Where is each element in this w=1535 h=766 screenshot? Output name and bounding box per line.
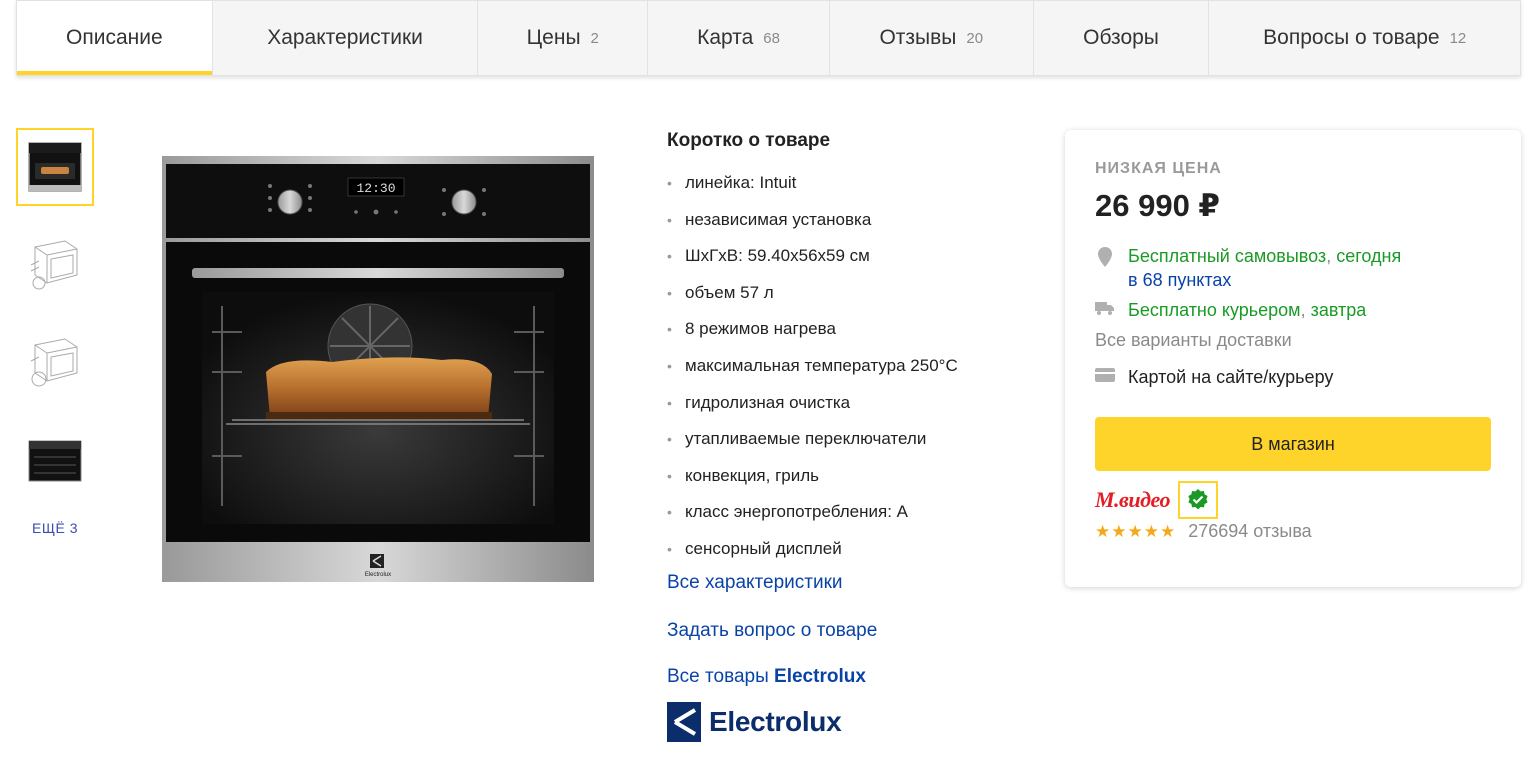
tab-label: Обзоры bbox=[1083, 26, 1159, 49]
spec-item: объем 57 л bbox=[667, 282, 1027, 319]
verified-check-icon bbox=[1188, 489, 1208, 510]
courier-when: завтра bbox=[1310, 300, 1367, 320]
go-to-store-button[interactable]: В магазин bbox=[1095, 417, 1491, 471]
more-photos-link[interactable]: ЕЩЁ 3 bbox=[16, 520, 94, 536]
all-products-prefix: Все товары bbox=[667, 666, 769, 687]
truck-icon bbox=[1095, 298, 1115, 315]
tab-label: Отзывы bbox=[879, 26, 957, 49]
electrolux-logo-icon bbox=[667, 702, 701, 742]
thumbnail-front[interactable] bbox=[16, 128, 94, 206]
tab-count: 68 bbox=[763, 29, 780, 47]
brand-name: Electrolux bbox=[774, 666, 866, 687]
ask-question-link[interactable]: Задать вопрос о товаре bbox=[667, 620, 877, 642]
brand-logo-text: Electrolux bbox=[709, 706, 842, 737]
installation-drawing-image bbox=[30, 338, 78, 387]
reviews-count: 276694 отзыва bbox=[1188, 521, 1312, 541]
all-specs-link[interactable]: Все характеристики bbox=[667, 572, 843, 594]
offer-label: НИЗКАЯ ЦЕНА bbox=[1095, 160, 1222, 177]
pickup-row: Бесплатный самовывоз, сегодня в 68 пункт… bbox=[1095, 244, 1491, 292]
oven-thumbnail-image bbox=[28, 142, 82, 192]
installation-drawing-image bbox=[30, 240, 78, 290]
tab-count: 20 bbox=[966, 29, 984, 47]
oven-image: 12:30 Electrolux bbox=[162, 156, 594, 582]
location-pin-icon bbox=[1095, 244, 1115, 267]
shop-info: М.видео bbox=[1095, 481, 1491, 519]
spec-item: линейка: Intuit bbox=[667, 172, 1027, 209]
short-description-title: Коротко о товаре bbox=[667, 130, 831, 151]
oven-brand-label: Electrolux bbox=[365, 572, 391, 578]
tab-prices[interactable]: Цены 2 bbox=[478, 1, 649, 75]
offer-price: 26 990 ₽ bbox=[1095, 188, 1220, 223]
main-product-image[interactable]: 12:30 Electrolux bbox=[162, 156, 594, 582]
tab-label: Характеристики bbox=[267, 26, 423, 49]
verified-shop-badge[interactable] bbox=[1178, 481, 1219, 519]
tab-count: 12 bbox=[1449, 29, 1467, 47]
oven-display-time: 12:30 bbox=[356, 181, 395, 196]
spec-item: конвекция, гриль bbox=[667, 465, 1027, 502]
payment-text: Картой на сайте/курьеру bbox=[1128, 367, 1334, 387]
thumbnail-drawing-2[interactable] bbox=[16, 324, 94, 402]
tab-questions[interactable]: Вопросы о товаре 12 bbox=[1209, 1, 1520, 75]
spec-item: максимальная температура 250°C bbox=[667, 355, 1027, 392]
thumbnail-oven-dark[interactable] bbox=[16, 422, 94, 500]
pickup-link[interactable]: Бесплатный самовывоз bbox=[1128, 246, 1326, 266]
pickup-points-link[interactable]: в 68 пунктах bbox=[1128, 270, 1231, 290]
thumbnail-list: ЕЩЁ 3 bbox=[16, 128, 94, 536]
thumbnail-drawing-1[interactable] bbox=[16, 226, 94, 304]
tab-bar: Описание Характеристики Цены 2 Карта 68 … bbox=[16, 0, 1521, 76]
tab-label: Цены bbox=[526, 26, 581, 49]
tab-overviews[interactable]: Обзоры bbox=[1034, 1, 1210, 75]
all-delivery-link[interactable]: Все варианты доставки bbox=[1095, 330, 1491, 351]
short-description: Коротко о товаре линейка: Intuit независ… bbox=[667, 130, 1027, 575]
brand-logo[interactable]: Electrolux bbox=[667, 702, 842, 742]
tab-description[interactable]: Описание bbox=[17, 1, 213, 75]
rating-stars-icon: ★★★★★ bbox=[1095, 521, 1177, 541]
courier-row: Бесплатно курьером, завтра bbox=[1095, 298, 1491, 322]
spec-item: гидролизная очистка bbox=[667, 392, 1027, 429]
all-brand-products-link[interactable]: Все товары Electrolux bbox=[667, 666, 866, 688]
payment-row: Картой на сайте/курьеру bbox=[1095, 365, 1491, 389]
tab-specifications[interactable]: Характеристики bbox=[213, 1, 479, 75]
spec-item: утапливаемые переключатели bbox=[667, 428, 1027, 465]
courier-link[interactable]: Бесплатно курьером bbox=[1128, 300, 1301, 320]
spec-item: 8 режимов нагрева bbox=[667, 318, 1027, 355]
oven-thumbnail-image bbox=[28, 440, 82, 482]
tab-reviews[interactable]: Отзывы 20 bbox=[830, 1, 1034, 75]
spec-item: сенсорный дисплей bbox=[667, 538, 1027, 575]
spec-item: ШxГxВ: 59.40x56x59 см bbox=[667, 245, 1027, 282]
tab-label: Вопросы о товаре bbox=[1263, 26, 1440, 49]
offer-card: НИЗКАЯ ЦЕНА 26 990 ₽ Бесплатный самовыво… bbox=[1065, 130, 1521, 587]
shop-rating[interactable]: ★★★★★ 276694 отзыва bbox=[1095, 521, 1491, 542]
tab-label: Карта bbox=[697, 26, 754, 49]
tab-count: 2 bbox=[590, 29, 599, 47]
spec-list: линейка: Intuit независимая установка Шx… bbox=[667, 172, 1027, 575]
tab-label: Описание bbox=[66, 26, 163, 49]
card-icon bbox=[1095, 365, 1115, 382]
spec-item: класс энергопотребления: A bbox=[667, 501, 1027, 538]
shop-name-logo[interactable]: М.видео bbox=[1095, 487, 1171, 513]
tab-map[interactable]: Карта 68 bbox=[648, 1, 830, 75]
spec-item: независимая установка bbox=[667, 209, 1027, 246]
pickup-when: сегодня bbox=[1336, 246, 1402, 266]
electrolux-emblem-icon bbox=[370, 554, 384, 568]
